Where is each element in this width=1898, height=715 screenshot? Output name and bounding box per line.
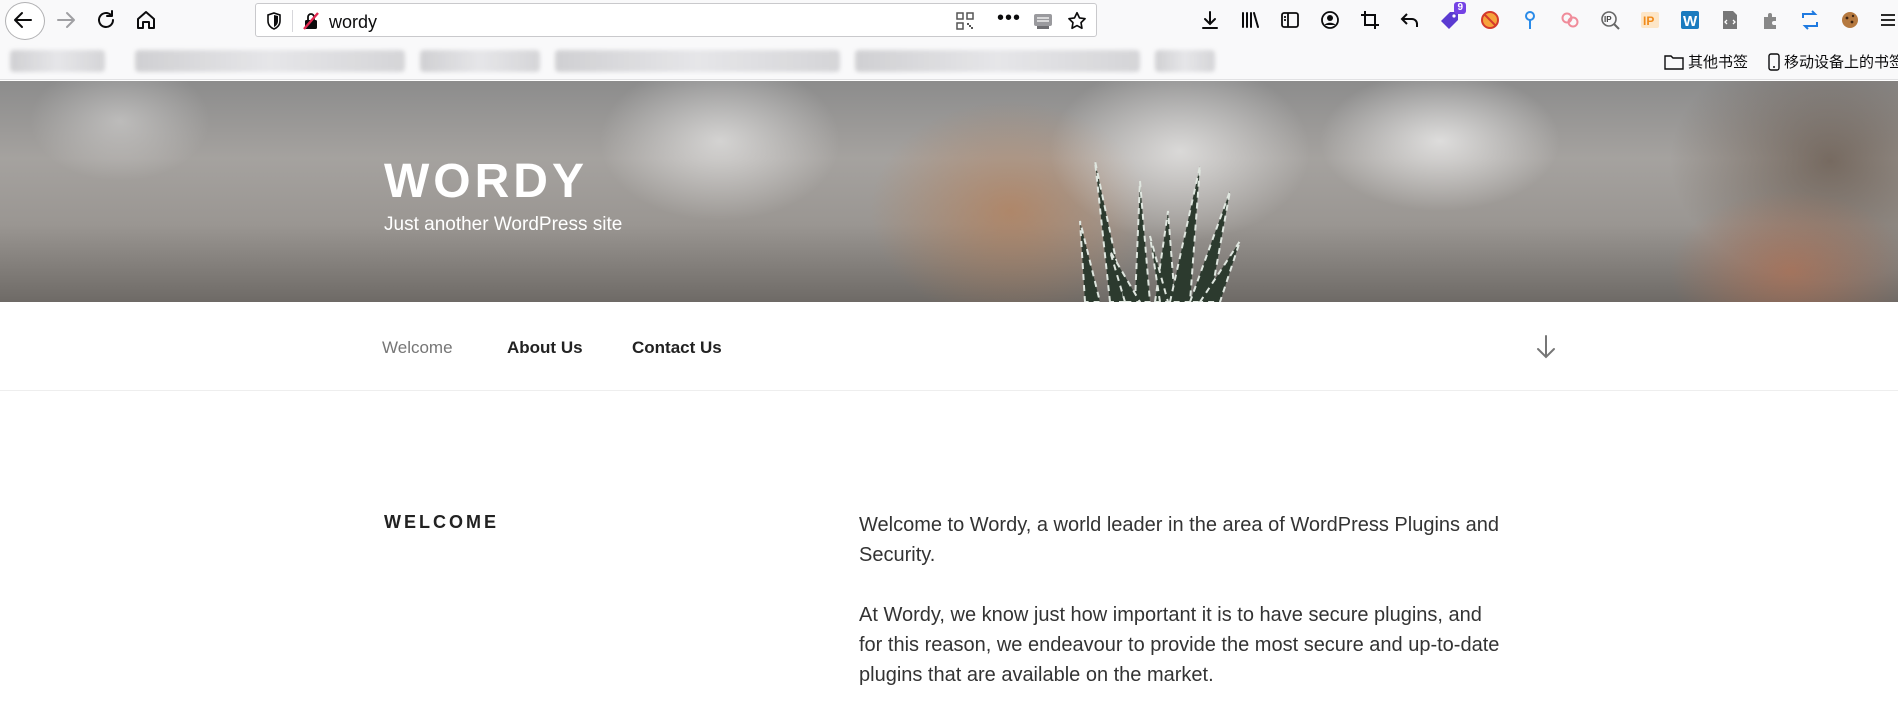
scroll-down-arrow-icon[interactable] <box>1534 334 1558 360</box>
site-header-banner: WORDY Just another WordPress site <box>0 81 1898 302</box>
pin-icon <box>1525 11 1535 29</box>
svg-text:IP: IP <box>1604 15 1612 24</box>
bookmark-star-icon[interactable] <box>1066 10 1088 32</box>
content-paragraph: Welcome to Wordy, a world leader in the … <box>859 514 1499 566</box>
page-title: WELCOME <box>384 512 499 532</box>
url-bar[interactable]: wordy ••• <box>255 3 1097 37</box>
cookie-extension-button[interactable] <box>1830 0 1870 40</box>
blocker-extension-button[interactable] <box>1470 0 1510 40</box>
browser-toolbar: wordy ••• 9 IP IP W <box>0 0 1898 40</box>
toolbar-extension-icons: 9 IP IP W <box>1190 0 1870 40</box>
app-menu-button[interactable] <box>1878 0 1898 40</box>
blurred-bookmark[interactable] <box>555 50 840 72</box>
nav-item-contact-us[interactable]: Contact Us <box>632 338 722 358</box>
bookmarks-bar: 其他书签 移动设备上的书签 <box>0 40 1898 80</box>
reader-view-icon[interactable] <box>1032 11 1054 31</box>
downloads-button[interactable] <box>1190 0 1230 40</box>
cookie-icon <box>1842 12 1858 28</box>
svg-text:W: W <box>1683 13 1698 30</box>
home-icon <box>137 11 155 29</box>
site-title[interactable]: WORDY <box>384 154 588 209</box>
insecure-lock-icon[interactable] <box>301 11 321 31</box>
puzzle-extension-button[interactable] <box>1750 0 1790 40</box>
blurred-bookmark[interactable] <box>10 50 105 72</box>
extension-badge: 9 <box>1454 2 1466 14</box>
ip-lookup-button[interactable]: IP <box>1590 0 1630 40</box>
word-extension-button[interactable]: W <box>1670 0 1710 40</box>
folder-icon <box>1664 54 1684 70</box>
reload-button[interactable] <box>86 0 126 40</box>
undo-close-tab-button[interactable] <box>1390 0 1430 40</box>
sidebar-button[interactable] <box>1270 0 1310 40</box>
undo-icon <box>1400 13 1418 27</box>
home-button[interactable] <box>126 0 166 40</box>
hamburger-menu-icon <box>1881 14 1895 26</box>
tags-extension-button[interactable]: 9 <box>1430 0 1470 40</box>
sync-extension-button[interactable] <box>1790 0 1830 40</box>
puzzle-icon <box>1764 13 1776 29</box>
ip-extension-button[interactable]: IP <box>1630 0 1670 40</box>
url-bar-divider <box>292 10 293 32</box>
site-tagline: Just another WordPress site <box>384 214 623 235</box>
w-letter-icon: W <box>1681 11 1699 30</box>
code-extension-button[interactable] <box>1710 0 1750 40</box>
crop-icon <box>1361 11 1379 29</box>
mobile-device-icon <box>1768 52 1780 71</box>
screenshot-button[interactable] <box>1350 0 1390 40</box>
tracking-protection-shield-icon[interactable] <box>264 11 284 31</box>
code-file-icon <box>1723 11 1737 29</box>
ip-search-icon: IP <box>1601 11 1620 30</box>
forward-button[interactable] <box>46 0 86 40</box>
nav-item-welcome[interactable]: Welcome <box>382 338 453 358</box>
blurred-bookmark[interactable] <box>420 50 540 72</box>
rings-extension-button[interactable] <box>1550 0 1590 40</box>
location-extension-button[interactable] <box>1510 0 1550 40</box>
bookmark-folder-other[interactable]: 其他书签 <box>1664 51 1748 72</box>
blurred-bookmark[interactable] <box>1155 50 1215 72</box>
arrow-left-icon <box>14 12 32 28</box>
blocked-icon <box>1481 11 1499 29</box>
library-button[interactable] <box>1230 0 1270 40</box>
arrow-right-icon <box>57 12 75 28</box>
page-content: Welcome to Wordy, a world leader in the … <box>859 510 1509 715</box>
blurred-bookmark[interactable] <box>135 50 405 72</box>
sidebar-icon <box>1281 12 1299 28</box>
content-paragraph: At Wordy, we know just how important it … <box>859 604 1500 686</box>
account-button[interactable] <box>1310 0 1350 40</box>
bookmark-folder-label: 其他书签 <box>1688 54 1749 71</box>
plant-image <box>1079 160 1241 302</box>
primary-navigation: Welcome About Us Contact Us <box>0 302 1898 391</box>
account-icon <box>1321 11 1339 29</box>
svg-text:IP: IP <box>1643 14 1654 28</box>
ip-icon: IP <box>1641 12 1659 28</box>
sync-icon <box>1802 10 1818 30</box>
nav-item-about-us[interactable]: About Us <box>507 338 583 358</box>
url-text[interactable]: wordy <box>329 12 377 33</box>
library-icon <box>1242 12 1259 28</box>
reload-icon <box>98 10 114 28</box>
qr-code-icon[interactable] <box>956 12 974 30</box>
bookmark-folder-mobile[interactable]: 移动设备上的书签 <box>1768 51 1898 72</box>
blurred-bookmark[interactable] <box>855 50 1140 72</box>
page-actions-more-icon[interactable]: ••• <box>997 8 1023 30</box>
download-icon <box>1202 11 1218 29</box>
rings-icon <box>1561 12 1579 28</box>
back-button[interactable] <box>3 0 45 40</box>
bookmark-folder-label: 移动设备上的书签 <box>1784 54 1898 71</box>
